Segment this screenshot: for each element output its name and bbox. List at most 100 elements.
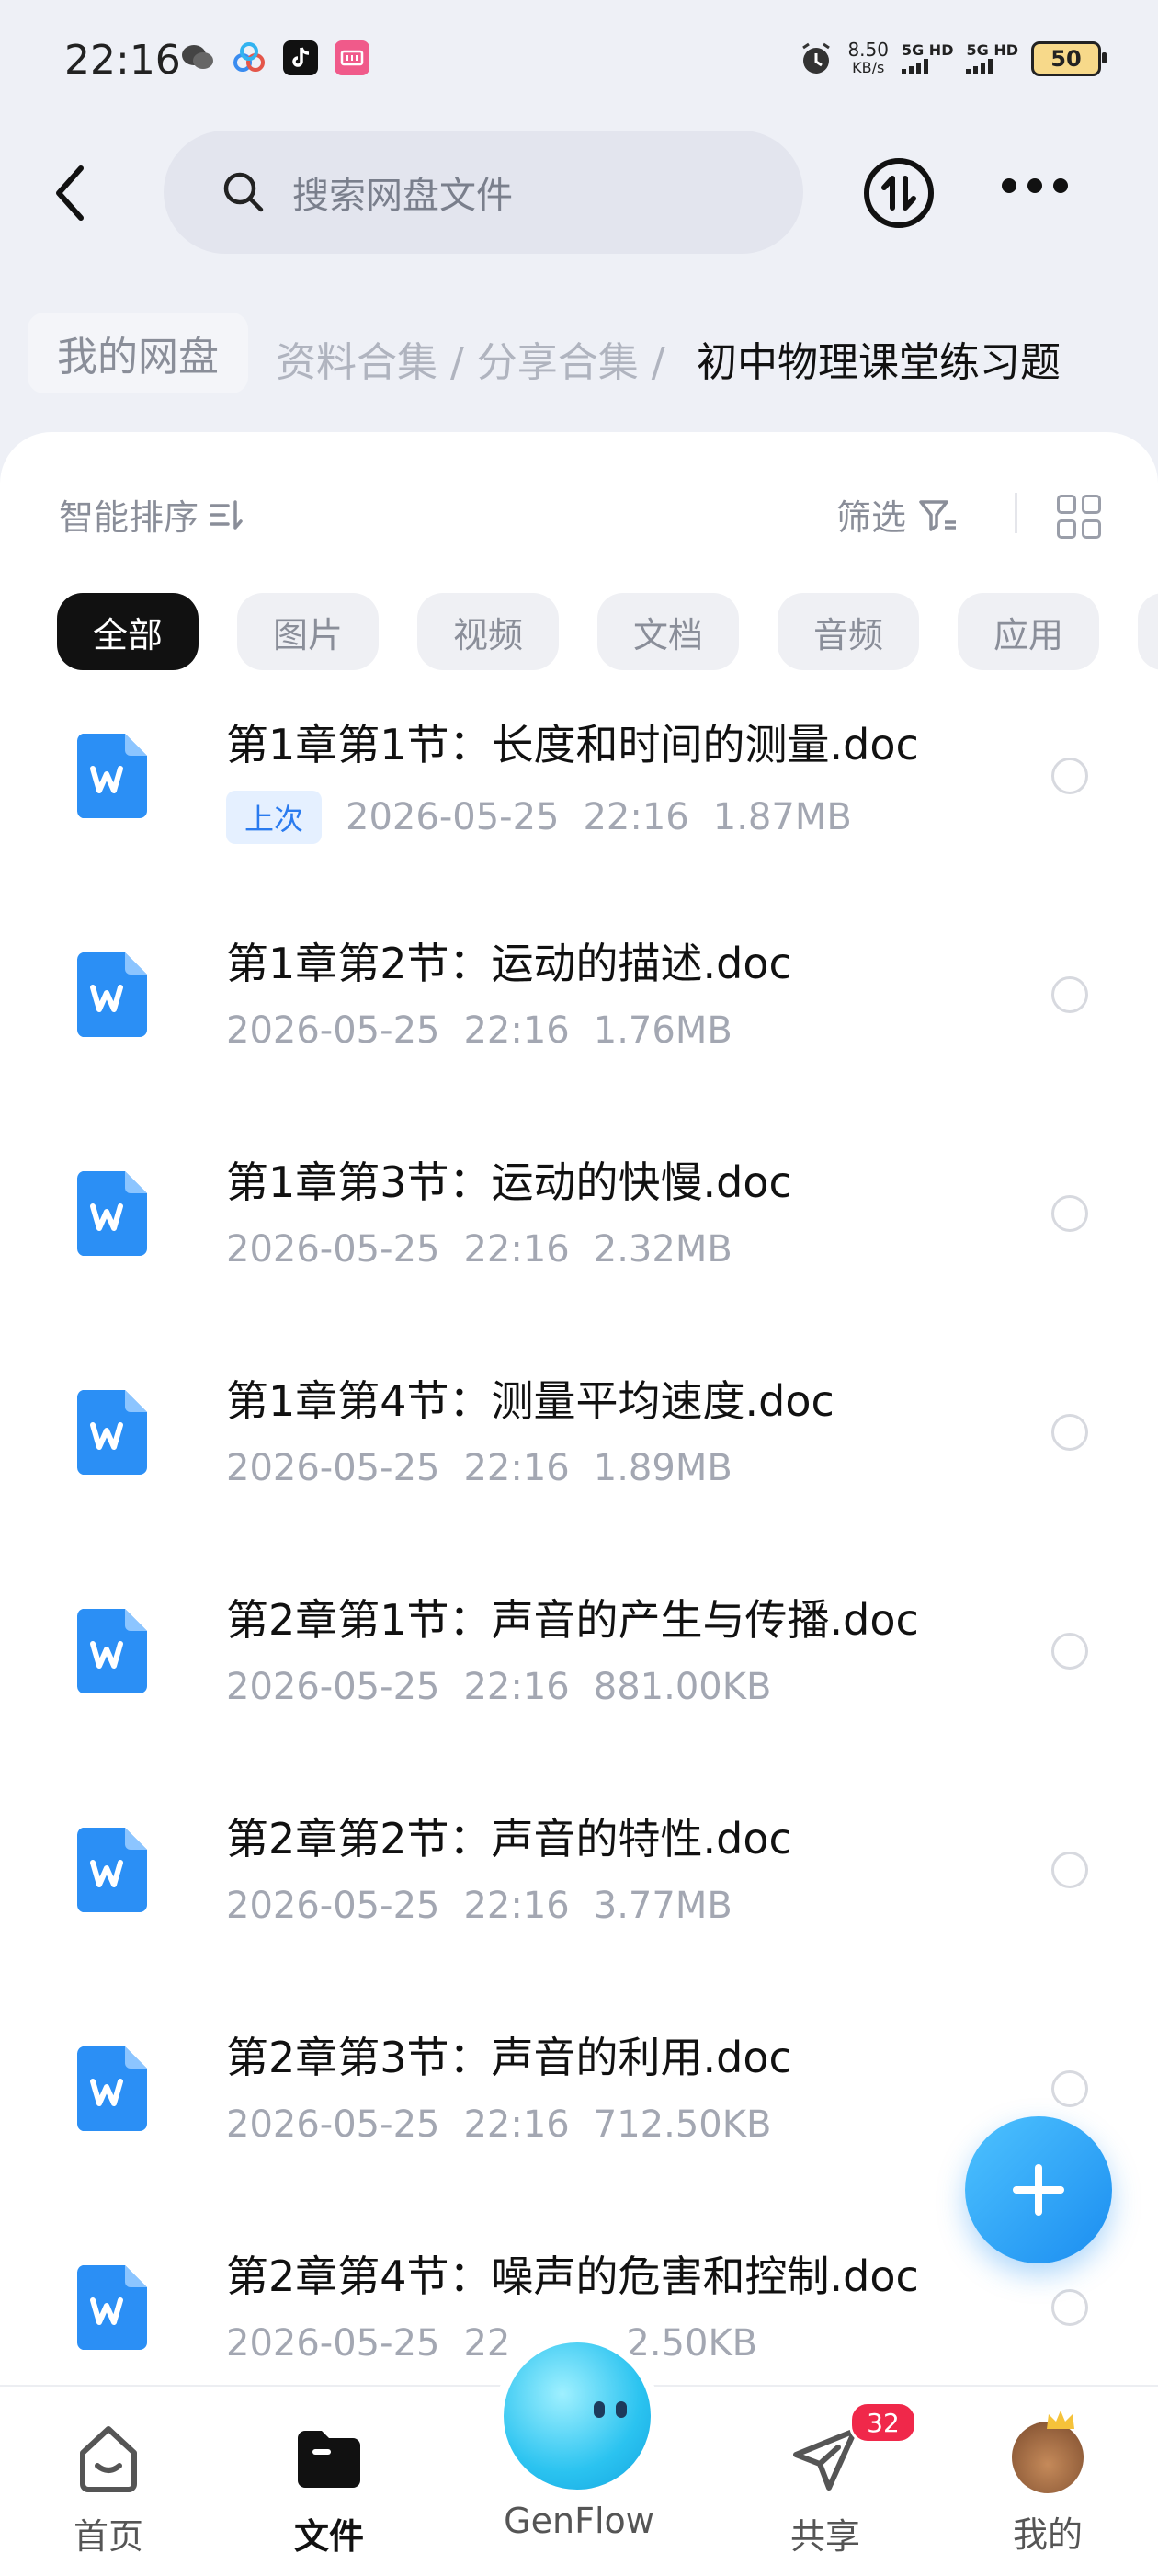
avatar — [1012, 2411, 1084, 2493]
file-time: 22 — [463, 2322, 511, 2365]
file-date: 2026-05-25 — [226, 2322, 440, 2365]
file-time: 22:16 — [463, 2103, 570, 2146]
nav-files-label: 文件 — [293, 2516, 364, 2557]
file-name: 第1章第2节：运动的描述.doc — [226, 939, 792, 988]
nav-genflow[interactable]: GenFlow — [487, 2501, 671, 2541]
file-time: 22:16 — [463, 1009, 570, 1052]
network-speed: 8.50 KB/s — [847, 39, 889, 76]
folder-icon — [298, 2431, 360, 2488]
last-opened-tag: 上次 — [226, 791, 323, 844]
file-date: 2026-05-25 — [346, 796, 560, 838]
file-row[interactable]: 第1章第4节：测量平均速度.doc 2026-05-25 22:16 1.89M… — [0, 1362, 1158, 1581]
add-fab-button[interactable] — [965, 2116, 1112, 2263]
file-size: 712.50KB — [593, 2103, 772, 2146]
file-meta: 2026-05-25 22:16 712.50KB — [226, 2103, 771, 2146]
tiktok-icon — [283, 40, 318, 75]
status-time: 22:16 — [64, 37, 181, 84]
filter-button[interactable]: 筛选 — [836, 489, 959, 540]
transfer-icon — [864, 158, 934, 228]
file-name: 第2章第1节：声音的产生与传播.doc — [226, 1595, 919, 1645]
grid-view-icon[interactable] — [1057, 495, 1101, 539]
word-doc-icon — [77, 952, 147, 1037]
file-row[interactable]: 第2章第2节：声音的特性.doc 2026-05-25 22:16 3.77MB — [0, 1800, 1158, 2019]
file-size: 2.50KB — [626, 2322, 758, 2365]
file-meta: 2026-05-25 22:16 1.89MB — [226, 1447, 732, 1489]
nav-home-label: 首页 — [73, 2516, 143, 2557]
sort-button[interactable]: 智能排序 — [59, 489, 244, 540]
select-radio[interactable] — [1051, 758, 1088, 794]
file-size: 1.76MB — [593, 1009, 732, 1052]
nav-home[interactable]: 首页 — [17, 2422, 200, 2559]
breadcrumb-current: 初中物理课堂练习题 — [697, 339, 1061, 386]
chip-images[interactable]: 图片 — [237, 593, 379, 670]
word-doc-icon — [77, 2265, 147, 2350]
select-radio[interactable] — [1051, 1633, 1088, 1670]
file-time: 22:16 — [463, 1447, 570, 1489]
more-icon[interactable] — [1002, 178, 1068, 193]
breadcrumb: 资料合集 / 分享合集 / 我的网盘 初中物理课堂练习题 — [0, 313, 1158, 405]
word-doc-icon — [77, 1171, 147, 1256]
file-size: 1.87MB — [712, 796, 852, 838]
file-date: 2026-05-25 — [226, 1009, 440, 1052]
file-date: 2026-05-25 — [226, 2103, 440, 2146]
file-meta: 2026-05-25 22 2.50KB — [226, 2322, 757, 2365]
file-time: 22:16 — [463, 1885, 570, 1927]
select-radio[interactable] — [1051, 1852, 1088, 1888]
file-row[interactable]: 第1章第3节：运动的快慢.doc 2026-05-25 22:16 2.32MB — [0, 1144, 1158, 1362]
chip-all[interactable]: 全部 — [57, 593, 199, 670]
word-doc-icon — [77, 1828, 147, 1912]
word-doc-icon — [77, 2046, 147, 2131]
file-time: 22:16 — [463, 1666, 570, 1708]
home-icon — [80, 2426, 137, 2492]
nav-files[interactable]: 文件 — [237, 2422, 421, 2559]
chip-documents[interactable]: 文档 — [597, 593, 739, 670]
share-count-badge: 32 — [849, 2401, 917, 2444]
file-time: 22:16 — [463, 1228, 570, 1271]
crown-icon — [1047, 2411, 1074, 2429]
chip-audio[interactable]: 音频 — [778, 593, 919, 670]
search-bar[interactable]: 搜索网盘文件 — [164, 131, 803, 254]
file-name: 第1章第3节：运动的快慢.doc — [226, 1157, 792, 1207]
select-radio[interactable] — [1051, 2289, 1088, 2326]
search-icon — [223, 172, 264, 212]
file-date: 2026-05-25 — [226, 1228, 440, 1271]
select-radio[interactable] — [1051, 1195, 1088, 1232]
chip-apps[interactable]: 应用 — [958, 593, 1099, 670]
chip-more[interactable] — [1138, 593, 1158, 670]
file-row[interactable]: 第1章第2节：运动的描述.doc 2026-05-25 22:16 1.76MB — [0, 925, 1158, 1144]
file-meta: 上次 2026-05-25 22:16 1.87MB — [226, 791, 852, 844]
filter-label: 筛选 — [836, 497, 907, 538]
word-doc-icon — [77, 734, 147, 818]
file-meta: 2026-05-25 22:16 3.77MB — [226, 1885, 732, 1927]
back-button[interactable] — [46, 161, 101, 225]
transfer-button[interactable] — [862, 156, 936, 230]
select-radio[interactable] — [1051, 1414, 1088, 1451]
file-name: 第1章第4节：测量平均速度.doc — [226, 1376, 834, 1426]
file-row[interactable]: 第2章第1节：声音的产生与传播.doc 2026-05-25 22:16 881… — [0, 1581, 1158, 1800]
sort-icon — [210, 499, 243, 530]
file-date: 2026-05-25 — [226, 1666, 440, 1708]
status-bar: 22:16 8.50 KB/s 5G HD 5G HD 50 — [0, 0, 1158, 120]
word-doc-icon — [77, 1609, 147, 1693]
select-radio[interactable] — [1051, 2070, 1088, 2107]
select-radio[interactable] — [1051, 976, 1088, 1013]
nav-mine[interactable]: 我的 — [956, 2411, 1140, 2557]
chip-videos[interactable]: 视频 — [417, 593, 559, 670]
file-date: 2026-05-25 — [226, 1447, 440, 1489]
file-time: 22:16 — [583, 796, 689, 838]
file-size: 3.77MB — [593, 1885, 732, 1927]
breadcrumb-middle[interactable]: 资料合集 / 分享合集 / — [276, 329, 665, 388]
file-date: 2026-05-25 — [226, 1885, 440, 1927]
file-size: 881.00KB — [593, 1666, 772, 1708]
breadcrumb-root[interactable]: 我的网盘 — [28, 313, 248, 393]
back-arrow-icon — [56, 165, 84, 221]
wechat-icon — [180, 40, 215, 75]
alarm-icon — [802, 42, 831, 74]
file-size: 2.32MB — [593, 1228, 732, 1271]
word-doc-icon — [77, 1390, 147, 1475]
nav-genflow-label: GenFlow — [504, 2501, 654, 2541]
file-list-card: 智能排序 筛选 全部 图片 视频 文档 音频 应用 第1章第1节：长度和时间的测… — [0, 432, 1158, 2574]
file-row[interactable]: 第1章第1节：长度和时间的测量.doc 上次 2026-05-25 22:16 … — [0, 706, 1158, 925]
genflow-mascot-icon[interactable] — [504, 2342, 651, 2490]
toolbar-divider — [1015, 493, 1017, 533]
